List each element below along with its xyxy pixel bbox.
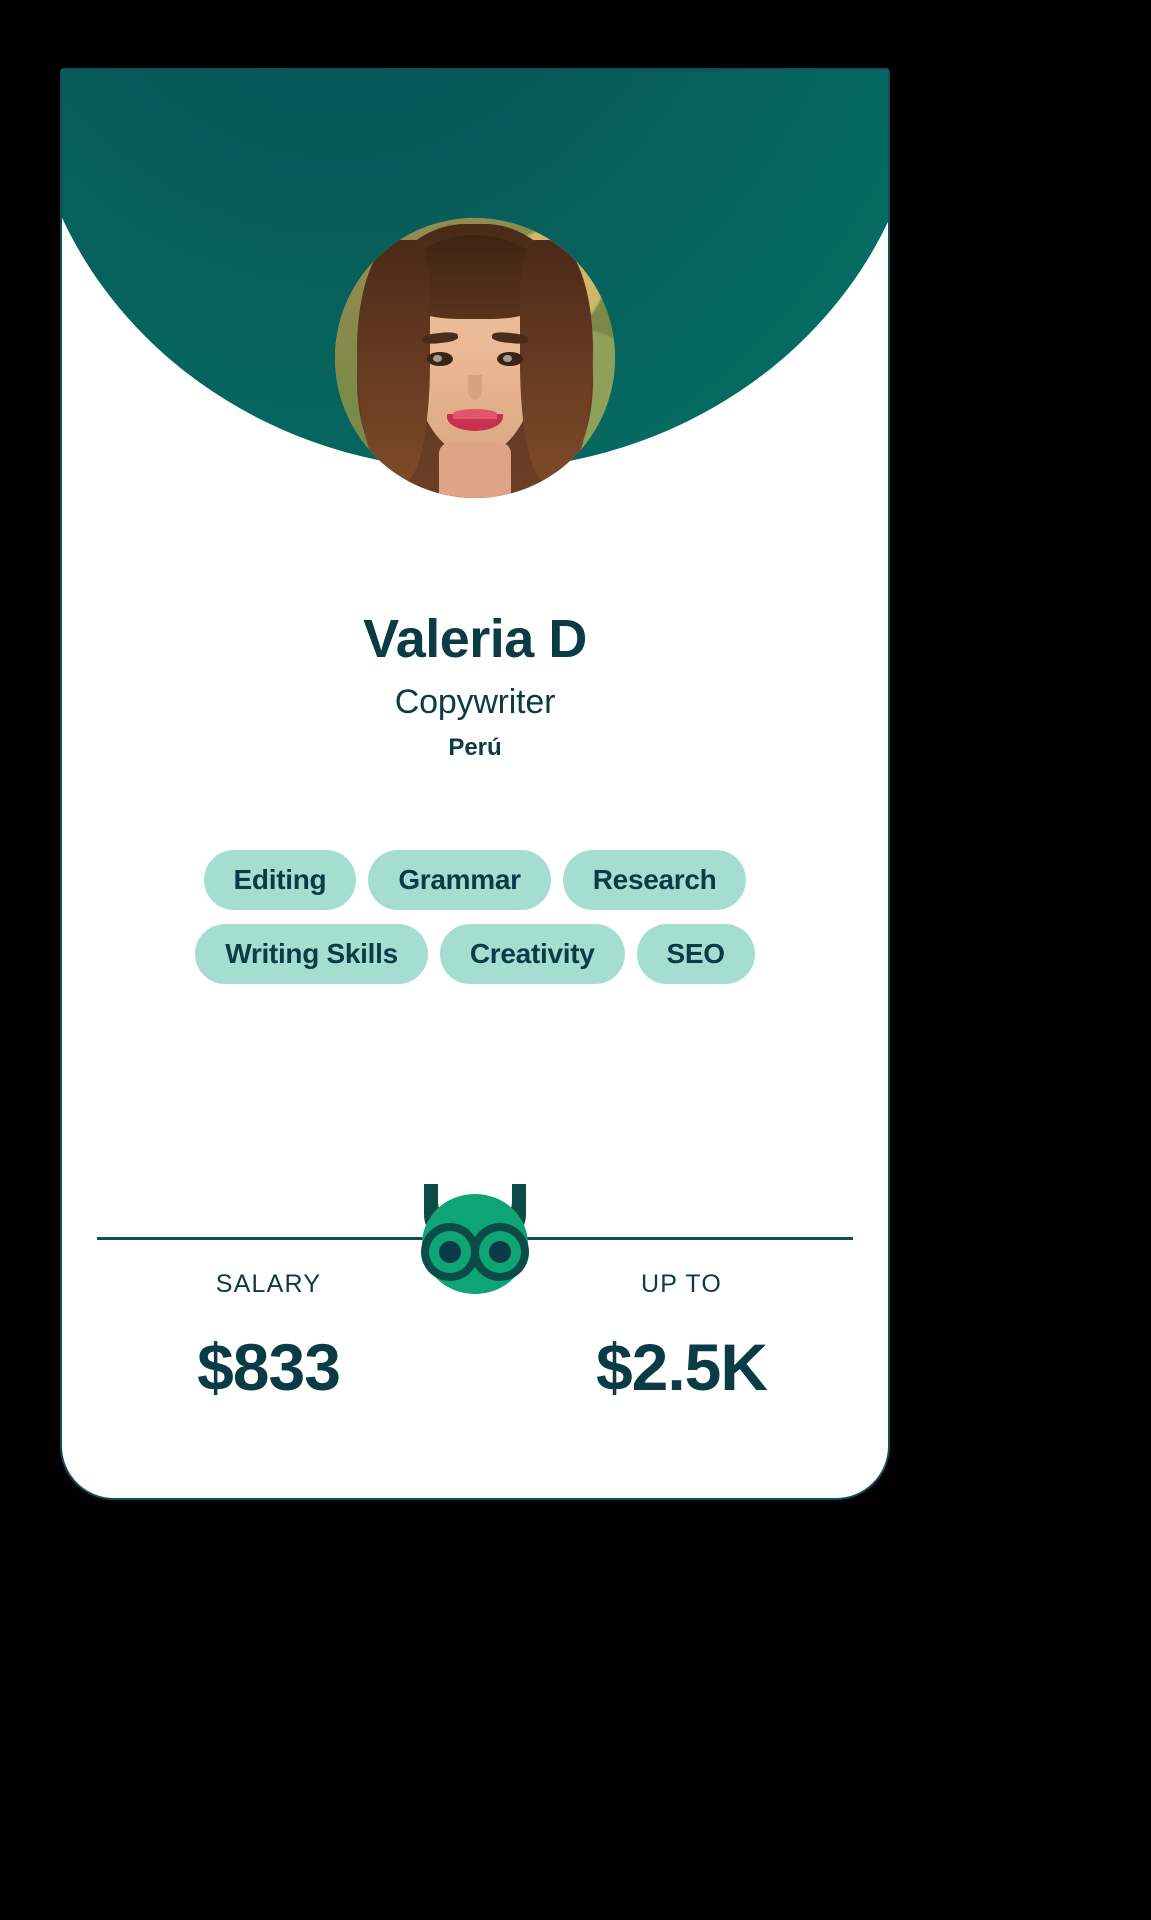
skill-tag-list: Editing Grammar Research Writing Skills Crea…: [122, 850, 828, 985]
page-root: Valeria D Copywriter Perú Editing Grammar…: [0, 0, 1151, 1920]
skill-tag[interactable]: Writing Skills: [195, 924, 428, 985]
compensation-value: $2.5K: [595, 1330, 768, 1404]
compensation-column: SALARY $833: [62, 1270, 475, 1405]
profile-name: Valeria D: [363, 609, 587, 669]
skill-tag[interactable]: Editing: [203, 850, 357, 911]
avatar: [335, 218, 615, 498]
profile-location: Perú: [448, 734, 502, 762]
skill-tag[interactable]: SEO: [636, 924, 755, 985]
compensation-label: UP TO: [640, 1270, 723, 1298]
compensation-column: UP TO $2.5K: [475, 1270, 888, 1405]
compensation-row: SALARY $833 UP TO $2.5K: [62, 1270, 888, 1405]
profile-role: Copywriter: [394, 683, 556, 722]
compensation-value: $833: [197, 1330, 341, 1404]
skill-tag[interactable]: Research: [562, 850, 747, 911]
identity-block: Valeria D Copywriter Perú: [62, 609, 888, 762]
skill-tag[interactable]: Grammar: [368, 850, 551, 911]
avatar-photo: [335, 218, 615, 498]
skill-tag[interactable]: Creativity: [439, 924, 625, 985]
compensation-label: SALARY: [215, 1270, 322, 1298]
profile-card: Valeria D Copywriter Perú Editing Grammar…: [60, 68, 890, 1500]
